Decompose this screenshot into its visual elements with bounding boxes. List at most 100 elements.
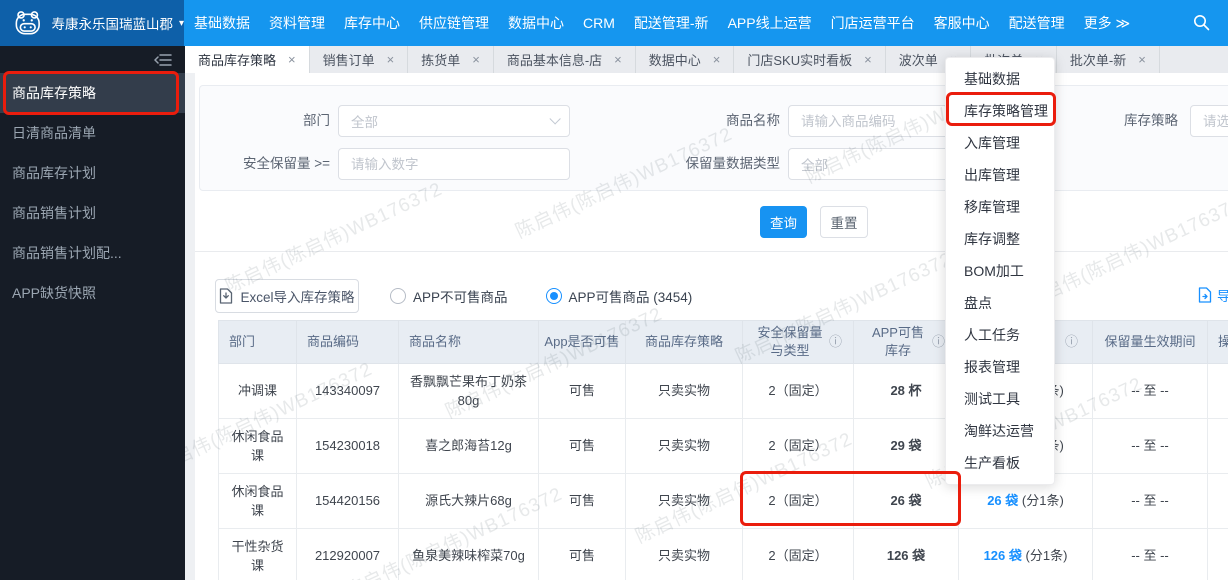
hema-hippo-logo: [15, 11, 40, 35]
add-action-link[interactable]: 新增: [1207, 528, 1228, 580]
tab-picking-list[interactable]: 拣货单 ×: [408, 46, 494, 73]
close-icon[interactable]: ×: [288, 52, 296, 67]
radio-unchecked-icon: [390, 288, 406, 304]
menu-item-taoxianda-ops[interactable]: 淘鲜达运营: [946, 415, 1054, 447]
table-header-row: 部门 商品编码 商品名称 App是否可售 商品库存策略 安全保留量与类型 ⓘ AP…: [218, 320, 1228, 364]
col-strategy: 商品库存策略: [644, 334, 723, 350]
dept-label: 部门: [303, 113, 330, 128]
tab-sales-order[interactable]: 销售订单 ×: [310, 46, 409, 73]
collapse-sidebar-icon[interactable]: [154, 53, 172, 67]
add-action-link[interactable]: 新增: [1207, 418, 1228, 474]
chevron-down-icon: [549, 113, 561, 125]
nav-item-crm[interactable]: CRM: [583, 15, 615, 31]
nav-item-more[interactable]: 更多 ≫: [1084, 13, 1131, 33]
info-icon[interactable]: ⓘ: [829, 333, 842, 351]
nav-item-customer-service[interactable]: 客服中心: [934, 13, 990, 33]
menu-item-inventory-adjust[interactable]: 库存调整: [946, 223, 1054, 255]
sidebar: 商品库存策略 日清商品清单 商品库存计划 商品销售计划 商品销售计划配... A…: [0, 46, 185, 580]
table-row: 冲调课 143340097 香飘飘芒果布丁奶茶80g 可售 只卖实物 2（固定）…: [218, 363, 1228, 419]
close-icon[interactable]: ×: [387, 52, 395, 67]
sidebar-item-inventory-strategy[interactable]: 商品库存策略: [0, 73, 185, 113]
tab-store-sku-board[interactable]: 门店SKU实时看板 ×: [734, 46, 886, 73]
tab-data-center[interactable]: 数据中心 ×: [636, 46, 735, 73]
sidebar-item-inventory-plan[interactable]: 商品库存计划: [0, 153, 185, 193]
excel-import-button[interactable]: Excel导入库存策略: [215, 279, 359, 313]
sidebar-item-app-oos-snapshot[interactable]: APP缺货快照: [0, 273, 185, 313]
nav-item-store-platform[interactable]: 门店运营平台: [831, 13, 915, 33]
close-icon[interactable]: ×: [472, 52, 480, 67]
dept-select[interactable]: 全部: [338, 105, 570, 137]
menu-item-outbound-mgmt[interactable]: 出库管理: [946, 159, 1054, 191]
reserve-type-label: 保留量数据类型: [685, 156, 781, 171]
radio-checked-icon: [545, 288, 562, 304]
reset-button[interactable]: 重置: [820, 206, 868, 238]
col-period: 保留量生效期间: [1104, 334, 1196, 350]
menu-item-production-board[interactable]: 生产看板: [946, 447, 1054, 479]
sidebar-item-sales-plan[interactable]: 商品销售计划: [0, 193, 185, 233]
export-document-icon: [1198, 287, 1212, 303]
close-icon[interactable]: ×: [614, 52, 622, 67]
col-code: 商品编码: [307, 334, 360, 350]
col-sellable: App是否可售: [544, 334, 620, 350]
top-navbar: 寿康永乐国瑞蓝山郡 ▾ 基础数据 资料管理 库存中心 供应链管理 数据中心 CR…: [0, 0, 1228, 46]
store-selector[interactable]: 寿康永乐国瑞蓝山郡 ▾: [0, 0, 184, 46]
strategy-select[interactable]: [1190, 105, 1228, 137]
menu-item-inbound-mgmt[interactable]: 入库管理: [946, 127, 1054, 159]
menu-item-basic-data[interactable]: 基础数据: [946, 63, 1054, 95]
table-toolbar: Excel导入库存策略 APP不可售商品 APP可售商品 (3454) 导出: [185, 279, 1228, 313]
menu-item-transfer-mgmt[interactable]: 移库管理: [946, 191, 1054, 223]
info-icon[interactable]: ⓘ: [932, 333, 945, 351]
menu-item-stocktake[interactable]: 盘点: [946, 287, 1054, 319]
store-name: 寿康永乐国瑞蓝山郡: [51, 17, 173, 32]
close-icon[interactable]: ×: [713, 52, 721, 67]
col-app-stock: APP可售库存: [871, 325, 924, 358]
divider: [195, 251, 1228, 252]
nav-item-supply-chain[interactable]: 供应链管理: [419, 13, 489, 33]
tab-product-basic-info[interactable]: 商品基本信息-店 ×: [494, 46, 636, 73]
radio-app-sellable[interactable]: APP可售商品 (3454): [545, 286, 692, 306]
tab-inventory-strategy[interactable]: 商品库存策略 ×: [185, 46, 310, 73]
safety-reserve-input[interactable]: [338, 148, 570, 180]
menu-item-manual-task[interactable]: 人工任务: [946, 319, 1054, 351]
col-dept: 部门: [229, 334, 256, 350]
table-row: 干性杂货课 212920007 鱼泉美辣味榨菜70g 可售 只卖实物 2（固定）…: [218, 528, 1228, 580]
main-content: 部门 全部 商品名称 库存策略 安全保留量 >= 保留量数据类型 全部 查询 重…: [185, 73, 1228, 580]
main-menu: 基础数据 资料管理 库存中心 供应链管理 数据中心 CRM 配送管理-新 APP…: [184, 13, 1130, 33]
radio-app-unsellable[interactable]: APP不可售商品: [390, 286, 508, 306]
sidebar-item-daily-clear-list[interactable]: 日清商品清单: [0, 113, 185, 153]
table-row: 休闲食品课 154420156 源氏大辣片68g 可售 只卖实物 2（固定） 2…: [218, 473, 1228, 529]
product-name-label: 商品名称: [726, 113, 780, 128]
col-name: 商品名称: [409, 334, 462, 350]
strategy-label: 库存策略: [1124, 113, 1178, 128]
info-icon[interactable]: ⓘ: [1065, 333, 1078, 351]
close-icon[interactable]: ×: [864, 52, 872, 67]
inventory-center-dropdown: 基础数据 库存策略管理 入库管理 出库管理 移库管理 库存调整 BOM加工 盘点…: [945, 57, 1055, 485]
menu-item-inventory-strategy-mgmt[interactable]: 库存策略管理: [946, 95, 1054, 127]
menu-item-report-mgmt[interactable]: 报表管理: [946, 351, 1054, 383]
nav-item-delivery-new[interactable]: 配送管理-新: [634, 13, 709, 33]
col-action: 操作: [1218, 334, 1228, 350]
tab-bar: 商品库存策略 × 销售订单 × 拣货单 × 商品基本信息-店 × 数据中心 × 门店SKU…: [185, 46, 1228, 73]
sidebar-item-sales-plan-config[interactable]: 商品销售计划配...: [0, 233, 185, 273]
add-action-link[interactable]: 新增: [1207, 473, 1228, 529]
import-document-icon: [220, 288, 233, 304]
app-window: 寿康永乐国瑞蓝山郡 ▾ 基础数据 资料管理 库存中心 供应链管理 数据中心 CR…: [0, 0, 1228, 580]
search-icon[interactable]: [1193, 14, 1210, 31]
export-button[interactable]: 导出: [1198, 285, 1228, 305]
nav-item-delivery[interactable]: 配送管理: [1009, 13, 1065, 33]
nav-item-data-center[interactable]: 数据中心: [508, 13, 564, 33]
nav-item-inventory-center[interactable]: 库存中心: [344, 13, 400, 33]
col-reserve: 安全保留量与类型: [757, 325, 823, 358]
nav-item-app-operation[interactable]: APP线上运营: [728, 13, 812, 33]
safety-reserve-label: 安全保留量 >=: [242, 156, 330, 171]
add-action-link[interactable]: 新增: [1207, 363, 1228, 419]
search-button[interactable]: 查询: [760, 206, 807, 238]
nav-item-material[interactable]: 资料管理: [269, 13, 325, 33]
table-row: 休闲食品课 154230018 喜之郎海苔12g 可售 只卖实物 2（固定） 2…: [218, 418, 1228, 474]
menu-item-test-tools[interactable]: 测试工具: [946, 383, 1054, 415]
inventory-strategy-table: 部门 商品编码 商品名称 App是否可售 商品库存策略 安全保留量与类型 ⓘ AP…: [218, 320, 1228, 580]
tab-batch-order-new[interactable]: 批次单-新 ×: [1057, 46, 1160, 73]
close-icon[interactable]: ×: [1138, 52, 1146, 67]
menu-item-bom-processing[interactable]: BOM加工: [946, 255, 1054, 287]
nav-item-basic-data[interactable]: 基础数据: [194, 13, 250, 33]
